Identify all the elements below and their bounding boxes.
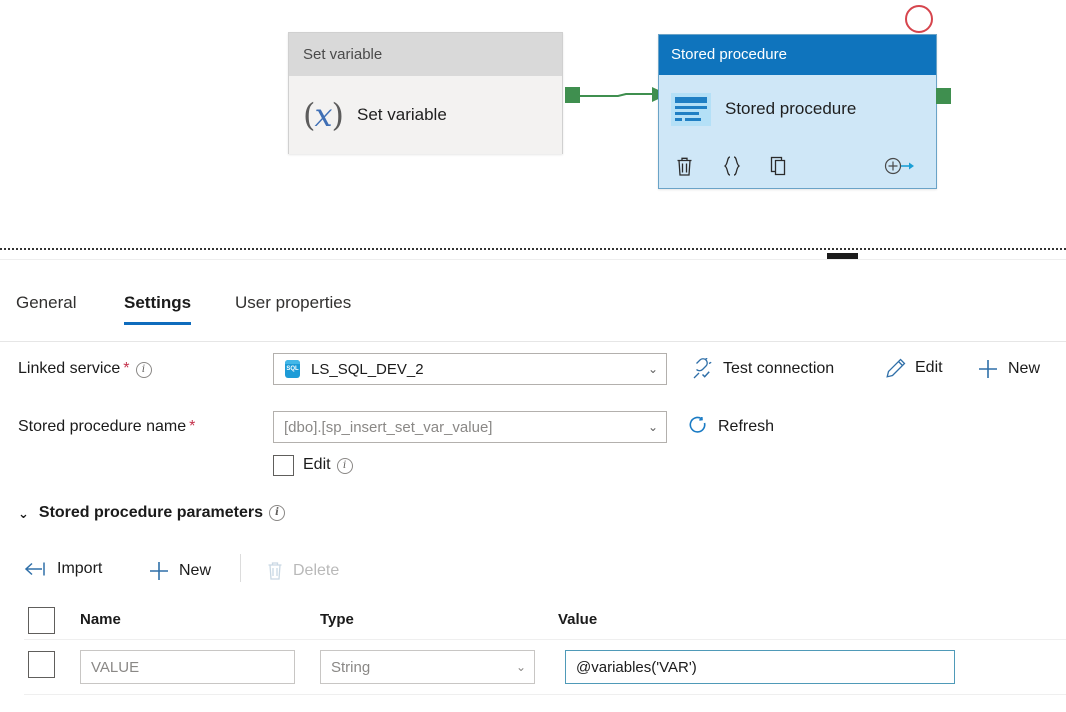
add-output-icon[interactable] xyxy=(884,156,914,176)
fx-icon: (x) xyxy=(303,99,343,131)
test-connection-label: Test connection xyxy=(723,360,834,378)
info-icon[interactable]: i xyxy=(136,362,152,378)
panel-splitter xyxy=(0,248,1066,250)
chevron-down-icon: ⌄ xyxy=(648,363,658,375)
column-header-type: Type xyxy=(320,611,354,628)
code-braces-icon[interactable] xyxy=(722,155,742,177)
info-icon[interactable]: i xyxy=(269,505,285,521)
plus-icon xyxy=(148,560,170,582)
delete-icon[interactable] xyxy=(675,155,694,177)
info-icon[interactable]: i xyxy=(337,458,353,474)
linked-service-required-marker: * xyxy=(123,360,129,377)
new-parameter-label: New xyxy=(179,562,211,580)
edit-checkbox-label: Editi xyxy=(303,456,353,474)
stored-procedure-node-body: Stored procedure xyxy=(659,75,936,143)
stored-procedure-name-required-marker: * xyxy=(189,418,195,435)
tab-user-properties[interactable]: User properties xyxy=(235,293,351,325)
import-parameters-label: Import xyxy=(57,560,102,578)
chevron-down-icon: ⌄ xyxy=(18,507,29,520)
column-header-name: Name xyxy=(80,611,121,628)
parameters-table-header: Name Type Value xyxy=(0,600,1066,640)
plus-icon xyxy=(977,358,999,380)
stored-procedure-name-dropdown[interactable]: [dbo].[sp_insert_set_var_value] ⌄ xyxy=(273,411,667,443)
activity-node-stored-procedure[interactable]: Stored procedure Stored procedure xyxy=(658,34,937,189)
stored-procedure-icon xyxy=(671,93,711,126)
pipeline-canvas[interactable]: Set variable (x) Set variable Stored pro… xyxy=(0,0,1066,252)
import-parameters-button[interactable]: Import xyxy=(24,560,102,578)
connector-success-arrow xyxy=(578,86,668,106)
stored-procedure-name-label: Stored procedure name* xyxy=(18,418,195,436)
row-select-checkbox[interactable] xyxy=(28,651,55,678)
import-arrow-icon xyxy=(24,560,48,578)
refresh-button[interactable]: Refresh xyxy=(688,416,774,437)
stored-procedure-node-actions xyxy=(659,143,936,188)
linked-service-value: LS_SQL_DEV_2 xyxy=(311,361,424,378)
edit-checkbox[interactable] xyxy=(273,455,294,476)
new-linked-service-button[interactable]: New xyxy=(977,358,1040,380)
edit-checkbox-label-text: Edit xyxy=(303,456,331,473)
green-highlight-annotation xyxy=(72,639,735,706)
stored-procedure-name-label-text: Stored procedure name xyxy=(18,418,186,435)
set-variable-node-body: (x) Set variable xyxy=(289,76,562,154)
red-circle-annotation xyxy=(905,5,933,33)
linked-service-label: Linked service* i xyxy=(18,360,152,378)
clone-icon[interactable] xyxy=(770,155,790,177)
stored-procedure-name-value: [dbo].[sp_insert_set_var_value] xyxy=(284,419,492,436)
stored-procedure-output-port[interactable] xyxy=(936,88,951,104)
command-bar-separator xyxy=(240,554,241,582)
stored-procedure-parameters-title: Stored procedure parameters xyxy=(39,504,263,522)
edit-linked-service-button[interactable]: Edit xyxy=(886,358,943,378)
chevron-down-icon: ⌄ xyxy=(648,421,658,433)
delete-parameter-label: Delete xyxy=(293,562,339,580)
tab-settings[interactable]: Settings xyxy=(124,293,191,325)
trash-icon xyxy=(266,560,284,581)
activity-node-set-variable[interactable]: Set variable (x) Set variable xyxy=(288,32,563,154)
delete-parameter-button[interactable]: Delete xyxy=(266,560,339,581)
test-connection-button[interactable]: Test connection xyxy=(693,358,834,379)
stored-procedure-parameters-section-header[interactable]: ⌄ Stored procedure parameters i xyxy=(18,504,285,522)
pencil-icon xyxy=(886,358,906,378)
column-header-value: Value xyxy=(558,611,597,628)
plug-check-icon xyxy=(693,358,714,379)
sql-database-icon: SQL xyxy=(284,360,301,378)
linked-service-label-text: Linked service xyxy=(18,360,120,377)
tabs-bottom-border xyxy=(0,341,1066,342)
new-linked-service-label: New xyxy=(1008,360,1040,378)
refresh-label: Refresh xyxy=(718,418,774,436)
stored-procedure-node-label: Stored procedure xyxy=(725,99,856,119)
set-variable-node-header: Set variable xyxy=(289,33,562,76)
new-parameter-button[interactable]: New xyxy=(148,560,211,582)
refresh-icon xyxy=(688,416,709,437)
properties-tabs: General Settings User properties xyxy=(0,275,1066,337)
edit-linked-service-label: Edit xyxy=(915,359,943,377)
select-all-checkbox[interactable] xyxy=(28,607,55,634)
stored-procedure-node-header: Stored procedure xyxy=(659,35,936,75)
set-variable-node-label: Set variable xyxy=(357,105,447,125)
linked-service-dropdown[interactable]: SQL LS_SQL_DEV_2 ⌄ xyxy=(273,353,667,385)
tab-general[interactable]: General xyxy=(16,293,76,325)
